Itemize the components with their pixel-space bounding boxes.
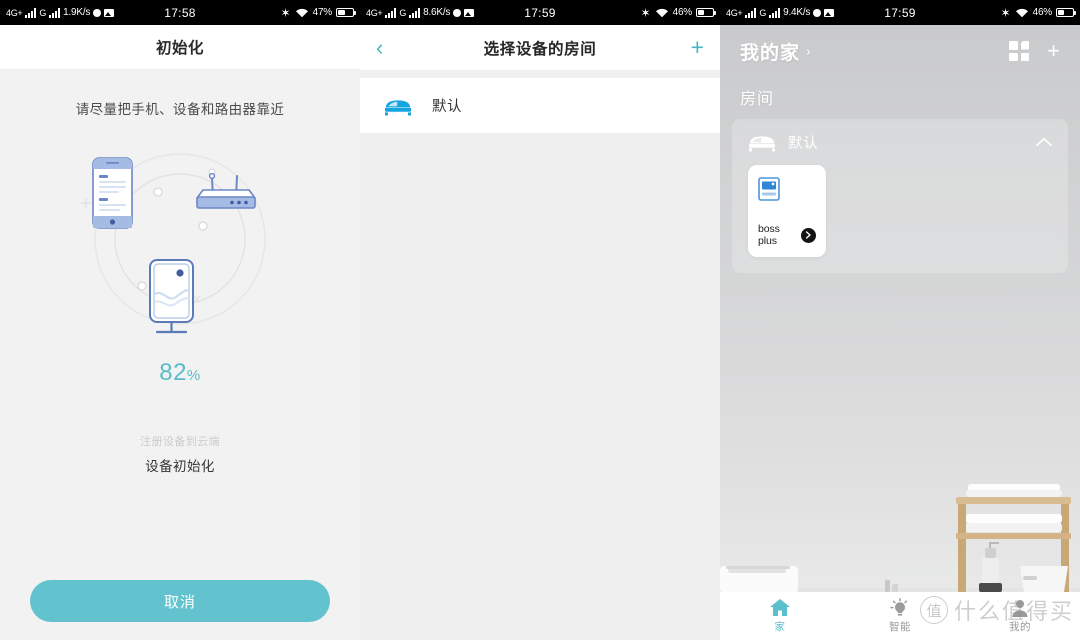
room-card-name: 默认	[788, 135, 819, 152]
grid-icon[interactable]	[1009, 41, 1030, 61]
bottom-tab-bar: 家 智能 我的	[720, 592, 1080, 640]
chevron-up-icon[interactable]	[1036, 135, 1052, 150]
wifi-icon	[295, 7, 309, 18]
tab-mine[interactable]: 我的	[960, 592, 1080, 640]
home-topbar: 我的家 › +	[720, 25, 1080, 77]
bluetooth-icon: ✶	[280, 5, 291, 20]
bulb-icon	[889, 597, 911, 617]
page-title: 选择设备的房间	[483, 40, 597, 58]
add-device-icon[interactable]: +	[1047, 40, 1060, 62]
progress-value: 82	[159, 359, 187, 386]
tab-label: 智能	[889, 621, 911, 633]
cancel-button[interactable]: 取消	[30, 580, 330, 622]
home-top-actions: +	[1009, 40, 1060, 62]
tab-label: 家	[774, 621, 786, 633]
room-name: 默认	[432, 99, 462, 115]
progress-percentage: 82%	[0, 359, 360, 387]
bed-icon	[384, 96, 412, 116]
chevron-right-icon: ›	[806, 43, 812, 59]
status-right-3: ✶ 46%	[1000, 5, 1076, 20]
status-bar-1: 4G+ G 1.9K/s 17:58 ✶ 47%	[0, 0, 360, 25]
room-card-default: 默认 boss plus	[732, 119, 1068, 273]
rooms-section-label: 房间	[740, 91, 775, 108]
screenshot-triptych: 4G+ G 1.9K/s 17:58 ✶ 47% 初始化 请尽量把手机、设备和路	[0, 0, 1080, 640]
tab-smart[interactable]: 智能	[840, 592, 960, 640]
device-name: boss plus	[758, 223, 780, 247]
status-right-1: ✶ 47%	[280, 5, 356, 20]
room-card-header[interactable]: 默认	[732, 119, 1068, 165]
init-header: 初始化	[0, 25, 360, 70]
progress-symbol: %	[186, 367, 201, 384]
home-foreground: 4G+ G 9.4K/s 17:59 ✶ 46% 我的家 › + 房间 默认 b…	[720, 0, 1080, 273]
wifi-icon	[655, 7, 669, 18]
battery-icon	[336, 8, 356, 17]
panel-initialization: 4G+ G 1.9K/s 17:58 ✶ 47% 初始化 请尽量把手机、设备和路	[0, 0, 360, 640]
tab-label: 我的	[1009, 621, 1031, 633]
wifi-icon	[1015, 7, 1029, 18]
bed-icon	[748, 132, 776, 152]
device-icon	[758, 177, 780, 201]
room-select-header: ‹ 选择设备的房间 +	[360, 25, 720, 70]
page-title: 初始化	[155, 40, 204, 57]
home-name-label: 我的家	[740, 42, 801, 64]
home-name-button[interactable]: 我的家 ›	[740, 38, 812, 65]
battery-percent-label: 46%	[672, 7, 693, 18]
back-chevron-icon[interactable]: ‹	[376, 36, 400, 59]
device-tile-boss-plus[interactable]: boss plus	[748, 165, 826, 257]
status-right-2: ✶ 46%	[640, 5, 716, 20]
init-hint-text: 请尽量把手机、设备和路由器靠近	[75, 102, 285, 117]
tab-home[interactable]: 家	[720, 592, 840, 640]
bluetooth-icon: ✶	[640, 5, 651, 20]
battery-percent-label: 47%	[312, 7, 333, 18]
device-grid: boss plus	[732, 165, 1068, 257]
status-bar-3: 4G+ G 9.4K/s 17:59 ✶ 46%	[720, 0, 1080, 25]
person-icon	[1010, 598, 1030, 617]
battery-percent-label: 46%	[1032, 7, 1053, 18]
bluetooth-icon: ✶	[1000, 5, 1011, 20]
connection-illustration	[60, 136, 300, 351]
step-current-label: 设备初始化	[145, 459, 215, 474]
panel-home: 4G+ G 9.4K/s 17:59 ✶ 46% 我的家 › + 房间 默认 b…	[720, 0, 1080, 640]
device-open-button[interactable]	[801, 227, 816, 243]
battery-icon	[696, 8, 716, 17]
panel-room-select: 4G+ G 8.6K/s 17:59 ✶ 46% ‹ 选择设备的房间 + 默认	[360, 0, 720, 640]
status-bar-2: 4G+ G 8.6K/s 17:59 ✶ 46%	[360, 0, 720, 25]
step-completed-label: 注册设备到云端	[140, 436, 220, 448]
room-list: 默认	[360, 78, 720, 134]
init-steps: 注册设备到云端 设备初始化	[0, 433, 360, 475]
add-room-icon[interactable]: +	[691, 36, 704, 59]
home-icon	[769, 598, 791, 617]
battery-icon	[1056, 8, 1076, 17]
room-list-item-default[interactable]: 默认	[360, 78, 720, 134]
device-footer: boss plus	[758, 223, 816, 247]
